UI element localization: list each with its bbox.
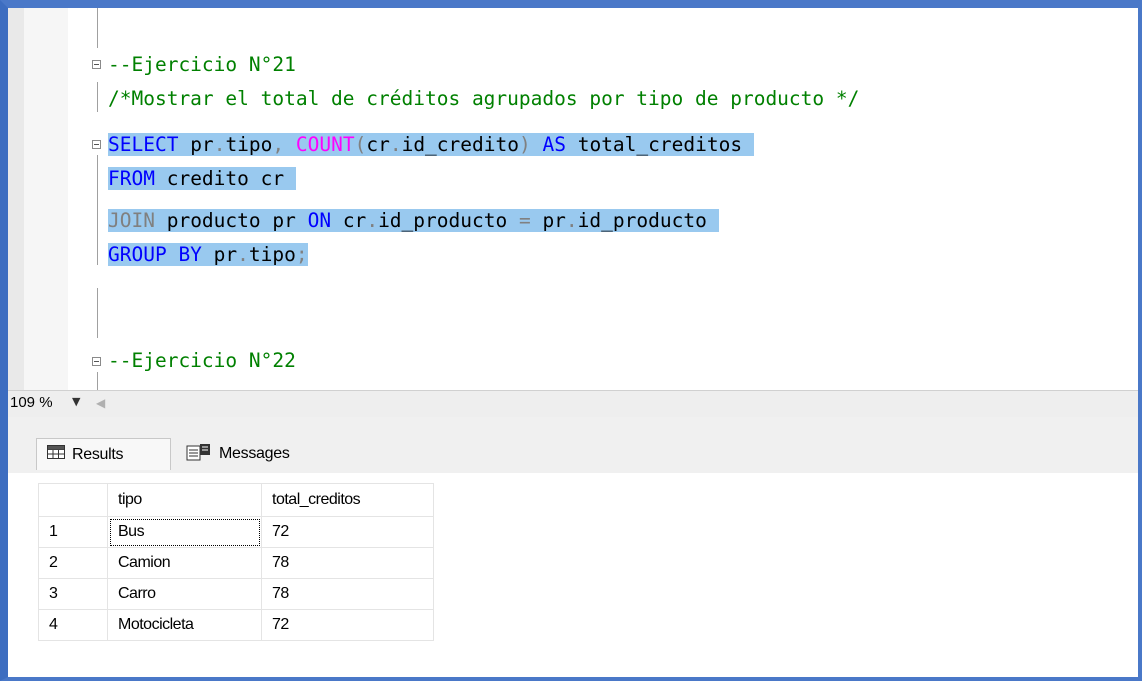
scroll-left-icon[interactable]: ◀ [96, 396, 105, 410]
results-panel: tipo total_creditos 1 Bus 72 2 Camion 78… [8, 473, 1138, 677]
from-keyword: FROM [108, 167, 155, 190]
row-number[interactable]: 2 [38, 547, 108, 579]
grid-cell-total-creditos[interactable]: 78 [261, 547, 434, 579]
collapse-toggle-icon[interactable] [92, 357, 101, 366]
row-number[interactable]: 3 [38, 578, 108, 610]
messages-icon [186, 443, 212, 466]
tab-results-label: Results [72, 445, 124, 463]
join-keyword: JOIN [108, 209, 155, 232]
results-tabs: Results Messages [8, 417, 1138, 473]
zoom-dropdown-icon[interactable]: ▼ [72, 395, 80, 408]
code-line-5: JOIN producto pr ON cr.id_producto = pr.… [108, 209, 719, 232]
column-header-tipo[interactable]: tipo [107, 483, 262, 517]
grid-cell-tipo[interactable]: Camion [107, 547, 262, 579]
table-row: 2 Camion 78 [38, 547, 434, 579]
zoom-bar: 109 % ▼ ◀ [8, 390, 1138, 418]
outline-guide [97, 155, 98, 265]
code-line-7: --Ejercicio N°22 [108, 349, 296, 372]
outline-guide [97, 82, 98, 112]
table-row: 1 Bus 72 [38, 516, 434, 548]
collapse-toggle-icon[interactable] [92, 140, 101, 149]
query-editor[interactable]: --Ejercicio N°21 /*Mostrar el total de c… [8, 8, 1138, 390]
count-function: COUNT [295, 133, 355, 156]
row-number[interactable]: 4 [38, 609, 108, 641]
grid-cell-total-creditos[interactable]: 72 [261, 609, 434, 641]
code-line-4: FROM credito cr [108, 167, 296, 190]
row-number[interactable]: 1 [38, 516, 108, 548]
outline-guide [97, 8, 98, 48]
select-keyword: SELECT [108, 133, 179, 156]
column-header-total-creditos[interactable]: total_creditos [261, 483, 434, 517]
editor-margin [24, 8, 68, 390]
code-line-2: /*Mostrar el total de créditos agrupados… [108, 87, 860, 110]
collapse-toggle-icon[interactable] [92, 60, 101, 69]
results-grid: tipo total_creditos 1 Bus 72 2 Camion 78… [38, 483, 434, 641]
editor-gutter [8, 8, 24, 390]
code-line-6: GROUP BY pr.tipo; [108, 243, 308, 266]
grid-cell-total-creditos[interactable]: 72 [261, 516, 434, 548]
outline-guide [97, 372, 98, 390]
as-keyword: AS [542, 133, 566, 156]
tab-messages-label: Messages [219, 445, 290, 462]
on-keyword: ON [307, 209, 332, 232]
table-row: 4 Motocicleta 72 [38, 609, 434, 641]
tab-messages[interactable]: Messages [178, 438, 338, 470]
table-row: 3 Carro 78 [38, 578, 434, 610]
code-line-1: --Ejercicio N°21 [108, 53, 296, 76]
zoom-level[interactable]: 109 % [10, 394, 53, 411]
grid-header-row: tipo total_creditos [38, 483, 434, 517]
grid-cell-tipo[interactable]: Motocicleta [107, 609, 262, 641]
grid-icon [47, 445, 65, 464]
code-line-3: SELECT pr.tipo, COUNT(cr.id_credito) AS … [108, 133, 754, 156]
grid-cell-tipo[interactable]: Carro [107, 578, 262, 610]
group-by-keyword: GROUP BY [108, 243, 202, 266]
row-number-header[interactable] [38, 483, 108, 517]
tab-results[interactable]: Results [36, 438, 171, 470]
grid-cell-total-creditos[interactable]: 78 [261, 578, 434, 610]
grid-cell-tipo[interactable]: Bus [107, 516, 262, 548]
outline-guide [97, 288, 98, 338]
